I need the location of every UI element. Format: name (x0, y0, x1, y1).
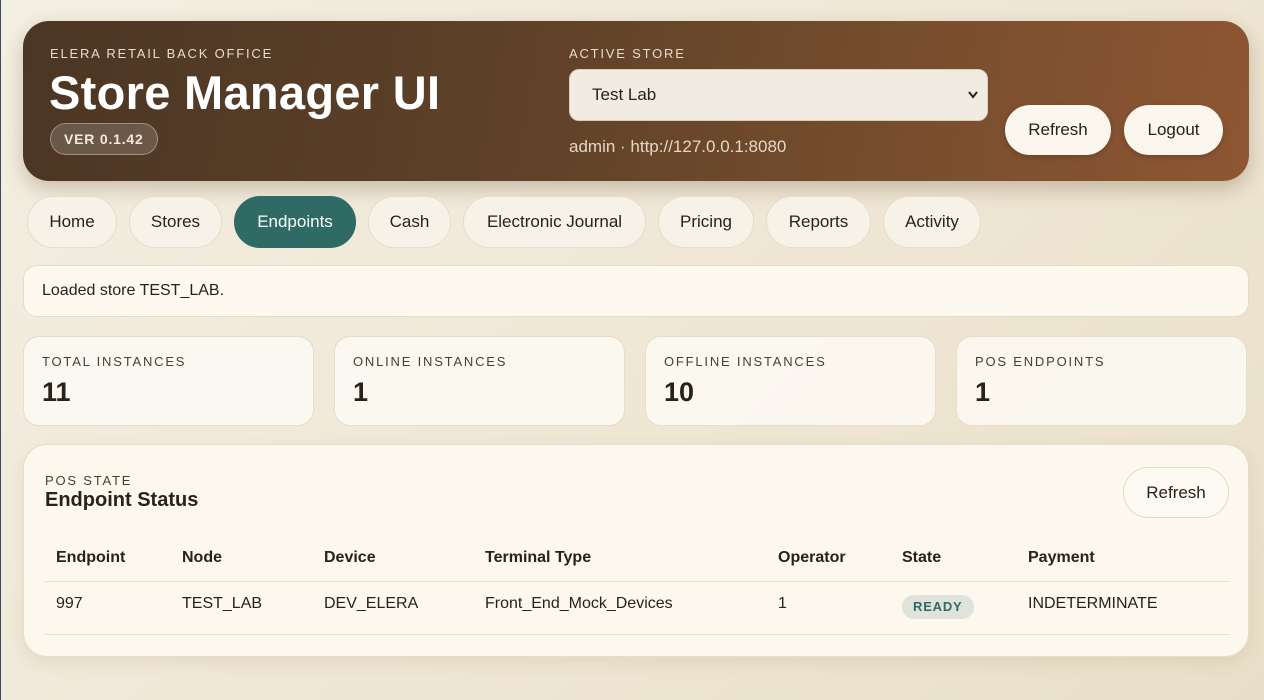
version-badge: VER 0.1.42 (50, 123, 158, 155)
endpoint-status-panel: POS STATE Endpoint Status Refresh Endpoi… (23, 444, 1249, 657)
stat-label: POS ENDPOINTS (975, 354, 1106, 369)
active-store-label: ACTIVE STORE (569, 46, 686, 61)
stat-value: 1 (353, 377, 369, 407)
tab-activity[interactable]: Activity (883, 196, 981, 248)
cell-state: READY (902, 582, 974, 626)
tab-electronic-journal[interactable]: Electronic Journal (463, 196, 646, 248)
tab-stores[interactable]: Stores (129, 196, 222, 248)
stat-online-instances: ONLINE INSTANCES 1 (334, 336, 625, 426)
stat-offline-instances: OFFLINE INSTANCES 10 (645, 336, 936, 426)
stat-value: 11 (42, 377, 71, 407)
stat-label: OFFLINE INSTANCES (664, 354, 827, 369)
stat-value: 10 (664, 377, 695, 407)
app-header: ELERA RETAIL BACK OFFICE Store Manager U… (23, 21, 1249, 181)
column-header-payment[interactable]: Payment (1028, 535, 1095, 581)
app-title: Store Manager UI (49, 66, 441, 119)
chevron-down-icon (967, 70, 979, 141)
panel-title: Endpoint Status (45, 489, 199, 511)
cell-operator: 1 (778, 595, 787, 612)
active-store-value: Test Lab (592, 85, 657, 104)
logout-button[interactable]: Logout (1124, 105, 1223, 155)
column-header-device[interactable]: Device (324, 535, 376, 581)
stat-total-instances: TOTAL INSTANCES 11 (23, 336, 314, 426)
column-header-endpoint[interactable]: Endpoint (56, 535, 125, 581)
endpoint-table: Endpoint Node Device Terminal Type Opera… (45, 535, 1230, 635)
cell-node: TEST_LAB (182, 595, 263, 612)
tab-home[interactable]: Home (27, 196, 117, 248)
cell-terminal-type: Front_End_Mock_Devices (485, 595, 673, 612)
stat-pos-endpoints: POS ENDPOINTS 1 (956, 336, 1247, 426)
column-header-operator[interactable]: Operator (778, 535, 846, 581)
column-header-terminal-type[interactable]: Terminal Type (485, 535, 591, 581)
header-refresh-button[interactable]: Refresh (1005, 105, 1111, 155)
status-badge: READY (902, 594, 974, 619)
table-row[interactable]: 997 TEST_LAB DEV_ELERA Front_End_Mock_De… (45, 582, 1230, 635)
cell-endpoint: 997 (56, 595, 83, 612)
tab-cash[interactable]: Cash (368, 196, 451, 248)
stat-label: TOTAL INSTANCES (42, 354, 187, 369)
cell-payment: INDETERMINATE (1028, 595, 1158, 612)
cell-device: DEV_ELERA (324, 595, 419, 612)
active-store-select[interactable]: Test Lab (569, 69, 988, 121)
session-info: admin · http://127.0.0.1:8080 (569, 137, 787, 156)
stat-value: 1 (975, 377, 991, 407)
tab-pricing[interactable]: Pricing (658, 196, 754, 248)
column-header-node[interactable]: Node (182, 535, 222, 581)
status-notice: Loaded store TEST_LAB. (23, 265, 1249, 317)
column-header-state[interactable]: State (902, 535, 941, 581)
brand-kicker: ELERA RETAIL BACK OFFICE (50, 46, 274, 61)
stat-label: ONLINE INSTANCES (353, 354, 508, 369)
table-header: Endpoint Node Device Terminal Type Opera… (45, 535, 1230, 582)
tab-reports[interactable]: Reports (766, 196, 871, 248)
panel-kicker: POS STATE (45, 473, 133, 488)
tab-endpoints[interactable]: Endpoints (234, 196, 356, 248)
endpoint-refresh-button[interactable]: Refresh (1123, 467, 1229, 518)
